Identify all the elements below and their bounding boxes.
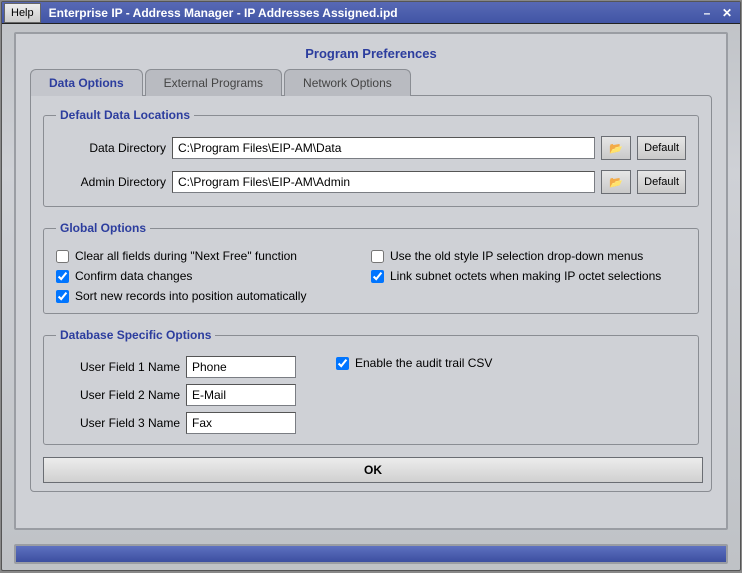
tab-strip: Data Options External Programs Network O… bbox=[30, 69, 712, 96]
label-data-directory: Data Directory bbox=[56, 141, 166, 155]
label-confirm-changes: Confirm data changes bbox=[75, 269, 192, 283]
group-global-options: Global Options Clear all fields during "… bbox=[43, 221, 699, 314]
checkbox-sort-new[interactable]: Sort new records into position automatic… bbox=[56, 289, 371, 303]
app-window: Help Enterprise IP - Address Manager - I… bbox=[1, 1, 741, 571]
label-user-field-3: User Field 3 Name bbox=[56, 416, 180, 430]
user-field-1-input[interactable] bbox=[186, 356, 296, 378]
admin-directory-input[interactable] bbox=[172, 171, 595, 193]
data-directory-input[interactable] bbox=[172, 137, 595, 159]
user-field-3-input[interactable] bbox=[186, 412, 296, 434]
checkbox-old-style-input[interactable] bbox=[371, 250, 384, 263]
tab-data-options[interactable]: Data Options bbox=[30, 69, 143, 96]
checkbox-old-style[interactable]: Use the old style IP selection drop-down… bbox=[371, 249, 686, 263]
close-icon[interactable]: ✕ bbox=[720, 6, 734, 20]
checkbox-confirm-changes[interactable]: Confirm data changes bbox=[56, 269, 371, 283]
label-sort-new: Sort new records into position automatic… bbox=[75, 289, 306, 303]
browse-data-dir-button[interactable]: 📂 bbox=[601, 136, 631, 160]
checkbox-clear-fields-input[interactable] bbox=[56, 250, 69, 263]
default-data-dir-button[interactable]: Default bbox=[637, 136, 686, 160]
legend-locations: Default Data Locations bbox=[56, 108, 194, 122]
group-database-specific: Database Specific Options User Field 1 N… bbox=[43, 328, 699, 445]
checkbox-confirm-changes-input[interactable] bbox=[56, 270, 69, 283]
minimize-icon[interactable]: – bbox=[700, 6, 714, 20]
label-user-field-2: User Field 2 Name bbox=[56, 388, 180, 402]
label-admin-directory: Admin Directory bbox=[56, 175, 166, 189]
tab-network-options[interactable]: Network Options bbox=[284, 69, 411, 96]
label-old-style: Use the old style IP selection drop-down… bbox=[390, 249, 643, 263]
legend-global: Global Options bbox=[56, 221, 150, 235]
default-admin-dir-button[interactable]: Default bbox=[637, 170, 686, 194]
label-audit-trail: Enable the audit trail CSV bbox=[355, 356, 492, 370]
label-link-octets: Link subnet octets when making IP octet … bbox=[390, 269, 661, 283]
label-user-field-1: User Field 1 Name bbox=[56, 360, 180, 374]
legend-db: Database Specific Options bbox=[56, 328, 215, 342]
user-field-2-input[interactable] bbox=[186, 384, 296, 406]
tab-panel-data-options: Default Data Locations Data Directory 📂 … bbox=[30, 95, 712, 492]
browse-admin-dir-button[interactable]: 📂 bbox=[601, 170, 631, 194]
window-title: Enterprise IP - Address Manager - IP Add… bbox=[43, 6, 700, 20]
group-default-data-locations: Default Data Locations Data Directory 📂 … bbox=[43, 108, 699, 207]
help-button[interactable]: Help bbox=[4, 3, 41, 23]
folder-open-icon: 📂 bbox=[609, 176, 623, 189]
checkbox-sort-new-input[interactable] bbox=[56, 290, 69, 303]
folder-open-icon: 📂 bbox=[609, 142, 623, 155]
checkbox-audit-trail-input[interactable] bbox=[336, 357, 349, 370]
checkbox-link-octets[interactable]: Link subnet octets when making IP octet … bbox=[371, 269, 686, 283]
checkbox-link-octets-input[interactable] bbox=[371, 270, 384, 283]
checkbox-audit-trail[interactable]: Enable the audit trail CSV bbox=[336, 356, 492, 370]
page-title: Program Preferences bbox=[30, 46, 712, 61]
ok-button[interactable]: OK bbox=[43, 457, 703, 483]
checkbox-clear-fields[interactable]: Clear all fields during "Next Free" func… bbox=[56, 249, 371, 263]
content-panel: Program Preferences Data Options Externa… bbox=[14, 32, 728, 530]
label-clear-fields: Clear all fields during "Next Free" func… bbox=[75, 249, 297, 263]
title-bar: Help Enterprise IP - Address Manager - I… bbox=[2, 2, 740, 24]
status-bar bbox=[14, 544, 728, 564]
tab-external-programs[interactable]: External Programs bbox=[145, 69, 282, 96]
